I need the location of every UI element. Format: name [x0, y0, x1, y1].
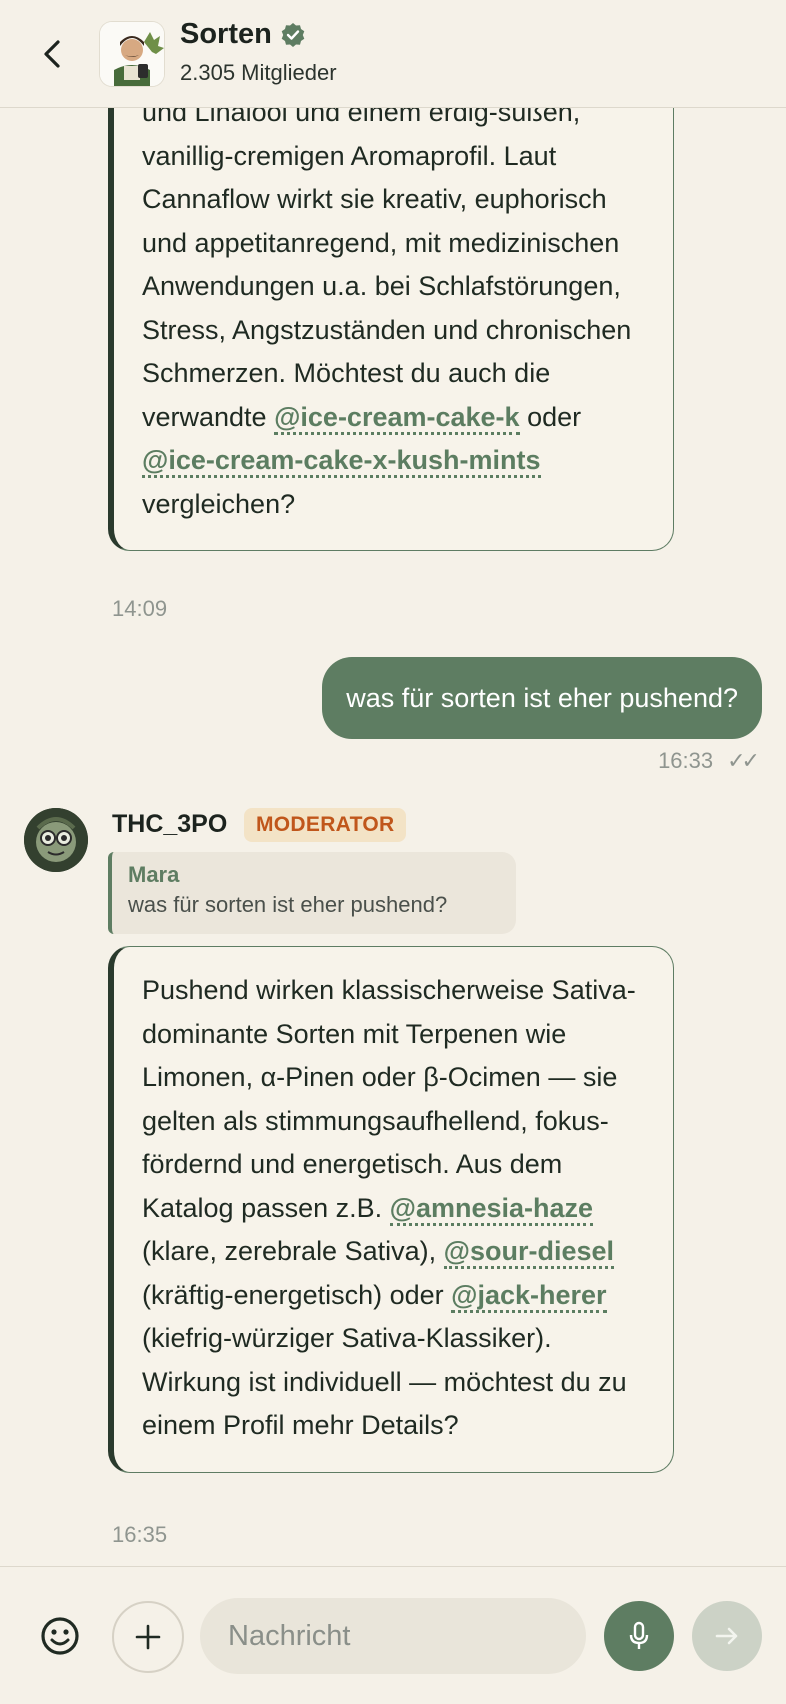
- group-title-row: Sorten: [180, 18, 306, 51]
- message-text: (kiefrig-würziger Sativa-Klassiker). Wir…: [142, 1323, 627, 1440]
- mention-link[interactable]: @amnesia-haze: [389, 1192, 594, 1226]
- message-time: 16:35: [112, 1522, 168, 1547]
- mention-link[interactable]: @sour-diesel: [443, 1236, 614, 1269]
- message-input[interactable]: [200, 1598, 586, 1674]
- message-text: (klare, zerebrale Sativa),: [142, 1236, 444, 1266]
- back-button[interactable]: [34, 34, 70, 74]
- sender-name[interactable]: THC_3PO: [112, 810, 227, 839]
- user-message-meta: 16:33 ✓✓: [658, 748, 760, 774]
- chevron-left-icon: [44, 40, 60, 68]
- message-text: oder: [519, 401, 582, 432]
- message-text: vergleichen?: [142, 488, 296, 519]
- bot-message-bubble: und Linalool und einem erdig-süßen, vani…: [108, 108, 674, 551]
- group-title: Sorten: [180, 18, 272, 50]
- attach-button[interactable]: [112, 1601, 184, 1673]
- bot-avatar-illustration: [24, 808, 88, 872]
- mention-link[interactable]: @jack-herer: [451, 1279, 607, 1313]
- bot-avatar[interactable]: [24, 808, 88, 872]
- verified-badge-icon: [281, 22, 305, 47]
- group-avatar-illustration: [100, 22, 164, 86]
- reply-quote[interactable]: Mara was für sorten ist eher pushend?: [108, 852, 516, 934]
- message-text: was für sorten ist eher pushend?: [346, 682, 738, 713]
- send-button[interactable]: [692, 1601, 762, 1671]
- mention-link[interactable]: @ice-cream-cake-k: [274, 401, 520, 435]
- message-time: 16:33: [658, 748, 714, 773]
- quote-text: was für sorten ist eher pushend?: [128, 892, 448, 917]
- group-avatar[interactable]: [100, 22, 164, 86]
- member-count: 2.305 Mitglieder: [180, 60, 337, 85]
- plus-icon: [135, 1624, 161, 1650]
- message-text: Pushend wirken klassischerweise Sativa-d…: [142, 975, 636, 1223]
- message-text: und Linalool und einem erdig-süßen, vani…: [142, 108, 632, 432]
- message-time: 14:09: [112, 596, 168, 621]
- bot-message-bubble: Pushend wirken klassischerweise Sativa-d…: [108, 946, 674, 1473]
- composer-bar: [0, 1566, 786, 1704]
- smiley-icon: [41, 1617, 79, 1655]
- chat-header: Sorten 2.305 Mitglieder: [0, 0, 786, 108]
- mention-link[interactable]: @ice-cream-cake-x-kush-mints: [142, 445, 541, 478]
- emoji-button[interactable]: [36, 1612, 84, 1660]
- microphone-icon: [629, 1621, 649, 1649]
- user-message-bubble: was für sorten ist eher pushend?: [322, 657, 762, 739]
- arrow-right-icon: [715, 1627, 738, 1645]
- message-text: (kräftig-energetisch) oder: [142, 1279, 452, 1310]
- moderator-badge: MODERATOR: [244, 808, 407, 842]
- read-receipt-icon: ✓✓: [727, 748, 760, 773]
- voice-record-button[interactable]: [604, 1601, 674, 1671]
- chat-messages[interactable]: und Linalool und einem erdig-süßen, vani…: [0, 108, 786, 1566]
- quote-author: Mara: [128, 862, 180, 887]
